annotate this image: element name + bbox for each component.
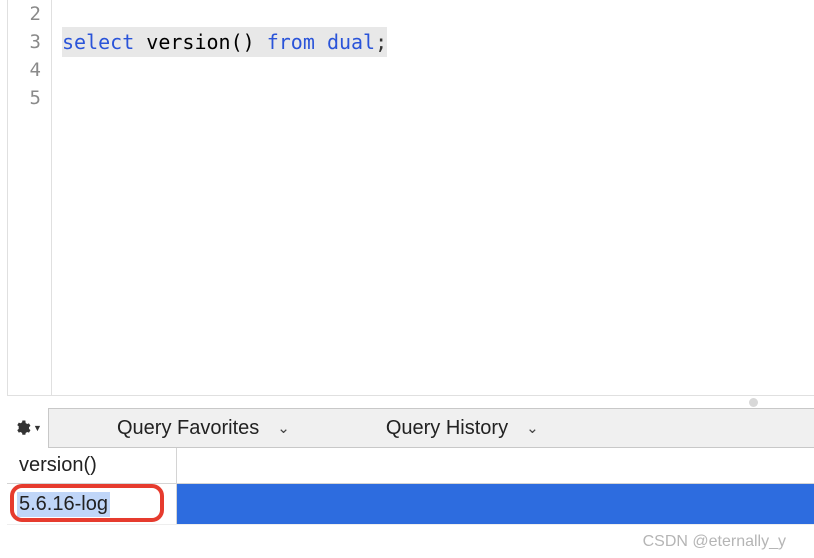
code-line[interactable] [62, 56, 804, 84]
footer-watermark: CSDN @eternally_y [7, 524, 814, 558]
line-number: 4 [8, 56, 51, 84]
result-cell[interactable]: 5.6.16-log [7, 484, 177, 524]
query-favorites-label: Query Favorites [117, 417, 259, 440]
line-number-gutter: 2345 [8, 0, 52, 395]
query-history-button[interactable]: Query History ⌄ [358, 409, 567, 447]
results-panel: version() 5.6.16-log [7, 448, 814, 524]
table-row[interactable]: 5.6.16-log [7, 484, 814, 524]
result-cell-value: 5.6.16-log [17, 492, 110, 517]
app-root: 2345 select version() from dual; ▼ Query… [0, 0, 814, 558]
line-number: 3 [8, 28, 51, 56]
row-selection-fill [177, 484, 814, 524]
status-dot-icon [749, 398, 758, 407]
line-number: 5 [8, 84, 51, 112]
code-line[interactable]: select version() from dual; [62, 28, 804, 56]
query-history-label: Query History [386, 417, 508, 440]
chevron-down-icon: ⌄ [526, 419, 539, 437]
query-favorites-button[interactable]: Query Favorites ⌄ [89, 409, 318, 447]
code-line[interactable] [62, 0, 804, 28]
code-area[interactable]: select version() from dual; [52, 0, 814, 395]
query-toolbar: ▼ Query Favorites ⌄ Query History ⌄ [7, 408, 814, 448]
gear-icon [13, 419, 31, 437]
results-header-row: version() [7, 448, 814, 484]
code-line[interactable] [62, 84, 804, 112]
editor-pane: 2345 select version() from dual; [7, 0, 814, 396]
settings-button[interactable]: ▼ [7, 408, 49, 448]
column-header[interactable]: version() [7, 448, 177, 483]
line-number: 2 [8, 0, 51, 28]
editor-status-row [7, 396, 814, 408]
dropdown-arrow-icon: ▼ [33, 423, 42, 433]
chevron-down-icon: ⌄ [277, 419, 290, 437]
watermark-text: CSDN @eternally_y [643, 533, 786, 551]
